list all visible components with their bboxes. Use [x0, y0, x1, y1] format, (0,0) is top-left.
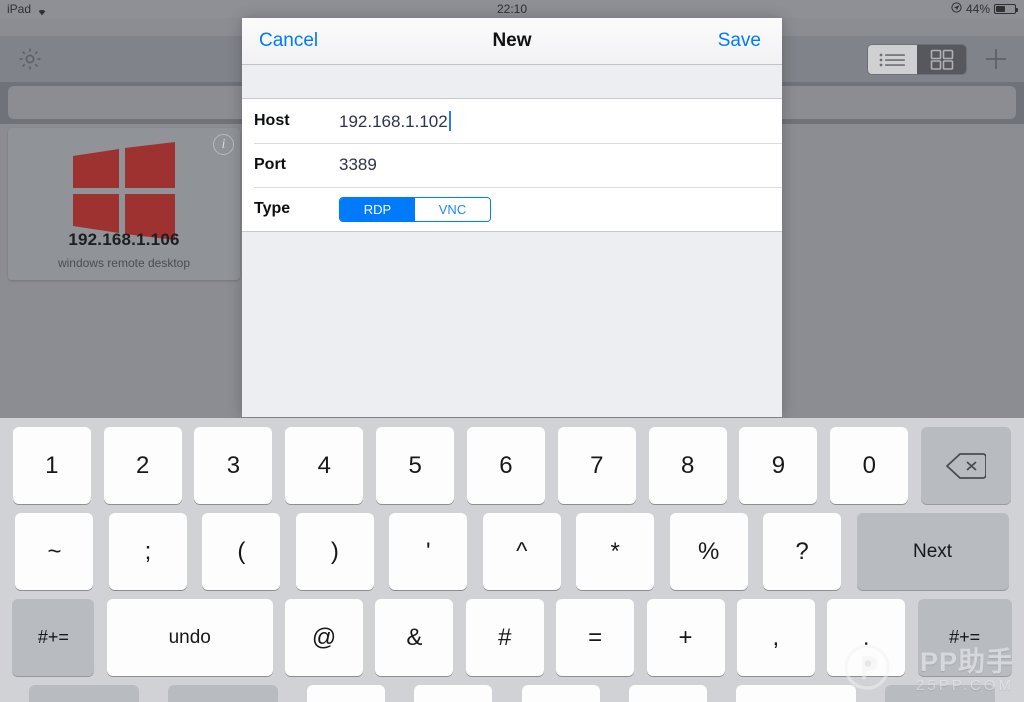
- type-option-vnc[interactable]: VNC: [415, 197, 490, 221]
- key-[interactable]: @: [285, 599, 364, 676]
- battery-icon: [994, 4, 1018, 14]
- key-[interactable]: ^: [482, 513, 561, 590]
- key-undo[interactable]: undo: [106, 599, 273, 676]
- key-[interactable]: ': [389, 513, 468, 590]
- key-blank[interactable]: [168, 685, 279, 702]
- view-mode-segmented-control[interactable]: [867, 44, 967, 75]
- port-input[interactable]: 3389: [339, 155, 377, 175]
- host-field-label: Host: [254, 112, 290, 129]
- key-7[interactable]: 7: [557, 427, 636, 504]
- type-segmented-control[interactable]: RDP VNC: [339, 196, 491, 222]
- gear-icon[interactable]: [17, 46, 43, 72]
- key-[interactable]: +: [646, 599, 725, 676]
- type-option-rdp[interactable]: RDP: [340, 197, 415, 221]
- status-bar-right: 44%: [951, 2, 1018, 16]
- key-1[interactable]: 1: [12, 427, 91, 504]
- modal-header: Cancel New Save: [242, 18, 782, 65]
- key-blank[interactable]: [307, 685, 386, 702]
- key-[interactable]: (: [202, 513, 281, 590]
- key-blank[interactable]: [521, 685, 600, 702]
- connection-card-title: 192.168.1.106: [68, 230, 180, 249]
- key-9[interactable]: 9: [739, 427, 818, 504]
- key-4[interactable]: 4: [285, 427, 364, 504]
- key-[interactable]: .: [827, 599, 906, 676]
- key-[interactable]: ,: [736, 599, 815, 676]
- add-connection-button[interactable]: [983, 46, 1009, 72]
- key-[interactable]: #+=: [12, 599, 95, 676]
- key-[interactable]: %: [669, 513, 748, 590]
- text-caret: [448, 110, 451, 131]
- host-input[interactable]: 192.168.1.102: [339, 110, 451, 132]
- host-field-row[interactable]: Host 192.168.1.102: [242, 99, 782, 143]
- key-6[interactable]: 6: [466, 427, 545, 504]
- save-button[interactable]: Save: [718, 30, 761, 52]
- connection-card-subtitle: windows remote desktop: [57, 256, 191, 270]
- key-0[interactable]: 0: [830, 427, 909, 504]
- key-[interactable]: ;: [108, 513, 187, 590]
- new-connection-modal: Cancel New Save Host 192.168.1.102 Port …: [242, 18, 782, 417]
- ipad-screen: iPad 22:10 44% i 192.168.1.106 windows r…: [0, 0, 1024, 702]
- battery-percent: 44%: [965, 2, 990, 16]
- key-[interactable]: =: [556, 599, 635, 676]
- status-bar-time: 22:10: [496, 2, 528, 16]
- keyboard-row-1: 1234567890: [0, 427, 1024, 504]
- status-bar: iPad 22:10 44%: [0, 0, 1024, 18]
- key-3[interactable]: 3: [194, 427, 273, 504]
- key-2[interactable]: 2: [103, 427, 182, 504]
- keyboard-row-2: ~;() ' ^ *%? Next: [0, 513, 1024, 590]
- port-field-row[interactable]: Port 3389: [242, 143, 782, 187]
- keyboard-row-3: #+= undo @ & # = +,. #+=: [0, 599, 1024, 676]
- type-field-label: Type: [254, 200, 291, 217]
- onscreen-keyboard: 1234567890 ~;() ' ^ *%? Next #+= undo @ & # = +,. #…: [0, 418, 1024, 702]
- key-blank[interactable]: [628, 685, 707, 702]
- key-[interactable]: ~: [15, 513, 94, 590]
- key-[interactable]: &: [375, 599, 454, 676]
- list-view-icon[interactable]: [868, 45, 917, 74]
- key-8[interactable]: 8: [648, 427, 727, 504]
- type-field-row[interactable]: Type RDP VNC: [242, 187, 782, 231]
- host-input-value: 192.168.1.102: [339, 111, 448, 131]
- key-blank[interactable]: [29, 685, 140, 702]
- key-5[interactable]: 5: [376, 427, 455, 504]
- keyboard-row-4: [0, 685, 1024, 702]
- location-arrow-icon: [951, 2, 962, 16]
- key-next[interactable]: Next: [856, 513, 1009, 590]
- key-[interactable]: *: [576, 513, 655, 590]
- key-blank[interactable]: [735, 685, 856, 702]
- key-blank[interactable]: [414, 685, 493, 702]
- key-[interactable]: #: [465, 599, 544, 676]
- cancel-button[interactable]: Cancel: [259, 30, 318, 52]
- key-[interactable]: #+=: [917, 599, 1012, 676]
- key-blank[interactable]: [884, 685, 995, 702]
- key-[interactable]: ?: [763, 513, 842, 590]
- connection-card[interactable]: i 192.168.1.106 windows remote desktop: [8, 128, 240, 280]
- info-icon[interactable]: i: [213, 134, 234, 155]
- connection-form: Host 192.168.1.102 Port 3389 Type RDP VN…: [242, 98, 782, 232]
- backspace-icon[interactable]: [921, 427, 1012, 504]
- port-field-label: Port: [254, 156, 286, 173]
- key-[interactable]: ): [295, 513, 374, 590]
- grid-view-icon[interactable]: [917, 45, 966, 74]
- modal-title: New: [492, 30, 532, 51]
